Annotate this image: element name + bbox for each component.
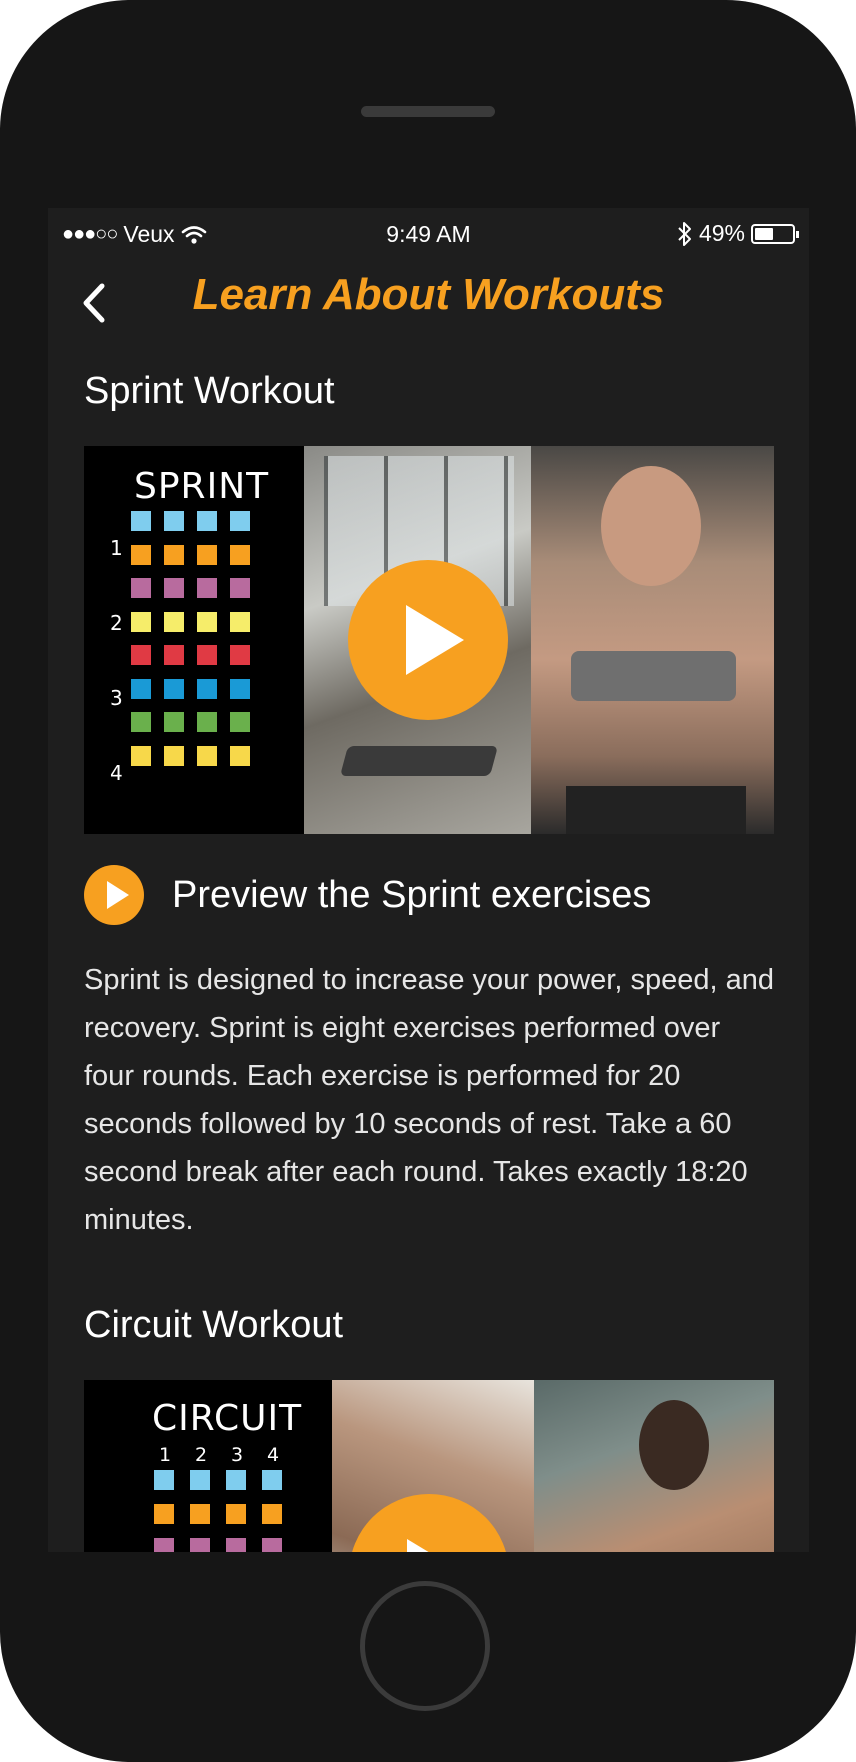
athlete-photo — [531, 446, 774, 834]
round-label-1: 1 — [110, 536, 123, 560]
sprint-workout-chart: SPRINT 1 2 3 4 — [84, 446, 304, 834]
exercise-square — [262, 1470, 282, 1490]
circuit-photo-2 — [534, 1380, 774, 1552]
exercise-square — [190, 1470, 210, 1490]
battery-percent: 49% — [698, 220, 745, 246]
exercise-square — [226, 1538, 246, 1552]
sprint-video-thumbnail[interactable]: SPRINT 1 2 3 4 — [84, 446, 774, 834]
exercise-square — [230, 544, 250, 565]
play-button[interactable] — [348, 560, 508, 720]
exercise-square — [262, 1538, 282, 1552]
play-icon — [407, 1539, 465, 1552]
app-screen: ●●●○○ Veux 9:49 AM 49% Learn About Worko… — [48, 208, 809, 1552]
circuit-col-label-4: 4 — [267, 1444, 280, 1466]
exercise-square — [197, 745, 217, 766]
exercise-square — [197, 712, 217, 732]
exercise-square — [164, 544, 184, 565]
circuit-video-thumbnail[interactable]: CIRCUIT 1 2 3 4 — [84, 1380, 774, 1552]
exercise-square — [164, 712, 184, 732]
exercise-square — [197, 544, 217, 565]
play-icon — [406, 605, 464, 675]
exercise-square — [164, 578, 184, 598]
sprint-chart-label: SPRINT — [134, 466, 270, 507]
exercise-square — [131, 511, 151, 531]
preview-exercises-label: Preview the Sprint exercises — [172, 873, 652, 916]
battery-icon — [751, 223, 799, 244]
exercise-square — [164, 745, 184, 766]
round-label-4: 4 — [110, 761, 123, 785]
home-button[interactable] — [360, 1581, 490, 1711]
circuit-col-label-2: 2 — [195, 1444, 208, 1466]
round-label-2: 2 — [110, 611, 123, 635]
exercise-square — [131, 578, 151, 598]
exercise-square — [131, 712, 151, 732]
exercise-square — [197, 578, 217, 598]
exercise-square — [190, 1504, 210, 1524]
circuit-workout-chart: CIRCUIT 1 2 3 4 — [84, 1380, 332, 1552]
exercise-square — [230, 678, 250, 699]
round-label-3: 3 — [110, 686, 123, 710]
circuit-chart-label: CIRCUIT — [152, 1398, 303, 1439]
exercise-square — [131, 678, 151, 699]
circuit-col-label-3: 3 — [231, 1444, 244, 1466]
exercise-square — [230, 745, 250, 766]
exercise-square — [131, 544, 151, 565]
exercise-square — [131, 745, 151, 766]
exercise-square — [230, 611, 250, 632]
exercise-square — [230, 712, 250, 732]
exercise-square — [230, 578, 250, 598]
battery-nub — [796, 230, 799, 238]
section-heading-sprint: Sprint Workout — [84, 370, 335, 412]
page-title: Learn About Workouts — [192, 270, 665, 319]
preview-exercises-link[interactable]: Preview the Sprint exercises — [84, 865, 651, 925]
exercise-square — [154, 1538, 174, 1552]
exercise-square — [190, 1538, 210, 1552]
speaker-grille — [361, 106, 495, 117]
exercise-square — [154, 1504, 174, 1524]
battery-fill — [755, 227, 773, 240]
exercise-square — [197, 611, 217, 632]
sprint-description: Sprint is designed to increase your powe… — [84, 964, 774, 1236]
exercise-square — [197, 511, 217, 531]
exercise-square — [154, 1470, 174, 1490]
exercise-square — [131, 645, 151, 665]
exercise-square — [230, 511, 250, 531]
bluetooth-icon — [678, 221, 691, 246]
exercise-square — [164, 645, 184, 665]
exercise-square — [262, 1504, 282, 1524]
exercise-square — [164, 678, 184, 699]
section-heading-circuit: Circuit Workout — [84, 1304, 344, 1346]
exercise-square — [197, 645, 217, 665]
exercise-square — [131, 611, 151, 632]
preview-play-icon — [84, 865, 144, 925]
exercise-square — [226, 1470, 246, 1490]
phone-frame: ●●●○○ Veux 9:49 AM 49% Learn About Worko… — [0, 0, 856, 1762]
status-bar: ●●●○○ Veux 9:49 AM 49% — [48, 208, 809, 258]
exercise-square — [164, 611, 184, 632]
exercise-square — [226, 1504, 246, 1524]
circuit-col-label-1: 1 — [159, 1444, 172, 1466]
exercise-square — [230, 645, 250, 665]
exercise-square — [164, 511, 184, 531]
exercise-square — [197, 678, 217, 699]
